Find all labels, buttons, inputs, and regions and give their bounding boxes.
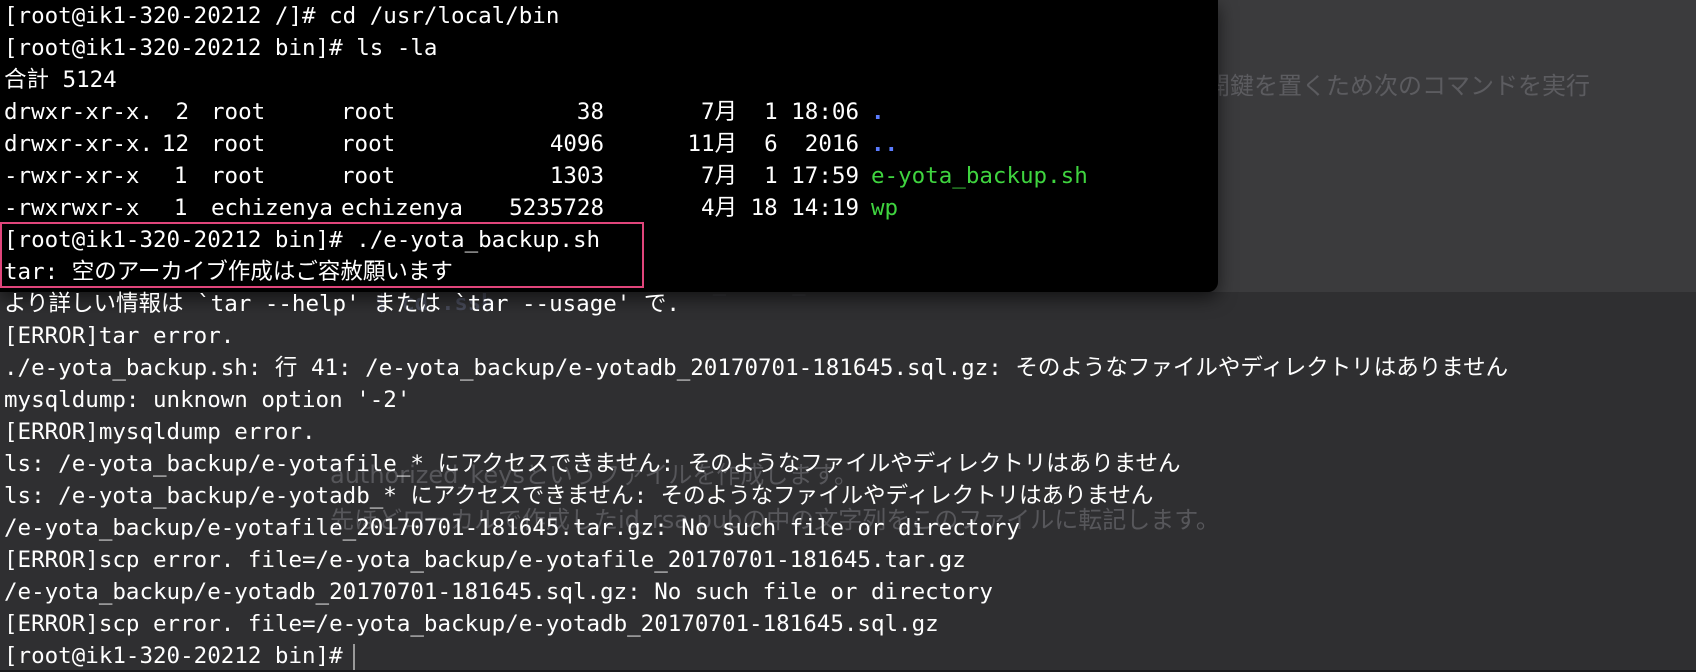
listing-total: 合計 5124 [4,67,117,93]
text-cursor [352,643,355,670]
terminal-output[interactable]: [root@ik1-320-20212 /]# cd /usr/local/bi… [4,0,1694,672]
listing-group: root [341,99,396,125]
output-line: [ERROR]scp error. file=/e-yota_backup/e-… [4,611,939,637]
output-line: [ERROR]tar error. [4,323,235,349]
listing-size: 4096 [549,131,604,157]
listing-perm: -rwxrwxr-x 1 [4,195,188,221]
listing-name-backup-script[interactable]: e-yota_backup.sh [859,160,1088,192]
final-prompt: [root@ik1-320-20212 bin]# [4,643,343,669]
listing-date: 7月 1 17:59 [701,163,859,189]
listing-name-dir[interactable]: . [859,96,885,128]
final-prompt-line[interactable]: [root@ik1-320-20212 bin]# [4,640,1694,672]
listing-row: drwxr-xr-x. 2 root root 38 7月 1 18:06 . [4,96,1694,128]
listing-size: 1303 [549,163,604,189]
listing-size: 5235728 [509,195,604,221]
listing-size: 38 [576,99,604,125]
listing-owner: root [211,163,266,189]
listing-group: root [341,131,396,157]
output-line: mysqldump: unknown option '-2' [4,387,411,413]
listing-perm: drwxr-xr-x. 12 [4,131,190,157]
listing-date: 7月 1 18:06 [701,99,859,125]
listing-owner: root [211,131,266,157]
listing-owner: echizenya [211,195,333,221]
listing-name-wp[interactable]: wp [859,192,898,224]
output-line: ls: /e-yota_backup/e-yotafile_* にアクセスできま… [4,451,1181,477]
tar-error-line: tar: 空のアーカイブ作成はご容赦願います [4,259,453,285]
output-line: /e-yota_backup/e-yotadb_20170701-181645.… [4,579,993,605]
output-line: より詳しい情報は `tar --help' または `tar --usage' … [4,291,680,317]
listing-perm: -rwxr-xr-x 1 [4,163,188,189]
listing-name-parent-dir[interactable]: .. [859,128,898,160]
output-line: ls: /e-yota_backup/e-yotadb_* にアクセスできません… [4,483,1154,509]
listing-row: -rwxrwxr-x 1 echizenya echizenya 5235728 … [4,192,1694,224]
output-line: [ERROR]mysqldump error. [4,419,316,445]
listing-row: -rwxr-xr-x 1 root root 1303 7月 1 17:59 e-… [4,160,1694,192]
listing-date: 11月 6 2016 [687,131,859,157]
output-line: /e-yota_backup/e-yotafile_20170701-18164… [4,515,1020,541]
listing-perm: drwxr-xr-x. 2 [4,99,190,125]
prompt-line-cd: [root@ik1-320-20212 /]# cd /usr/local/bi… [4,3,560,29]
prompt-line-ls: [root@ik1-320-20212 bin]# ls -la [4,35,438,61]
output-line: [ERROR]scp error. file=/e-yota_backup/e-… [4,547,966,573]
listing-owner: root [211,99,266,125]
output-line: ./e-yota_backup.sh: 行 41: /e-yota_backup… [4,355,1509,381]
listing-group: echizenya [341,195,463,221]
listing-date: 4月 18 14:19 [701,195,859,221]
listing-row: drwxr-xr-x. 12 root root 4096 11月 6 2016 … [4,128,1694,160]
prompt-line-run: [root@ik1-320-20212 bin]# ./e-yota_backu… [4,227,601,253]
listing-group: root [341,163,396,189]
